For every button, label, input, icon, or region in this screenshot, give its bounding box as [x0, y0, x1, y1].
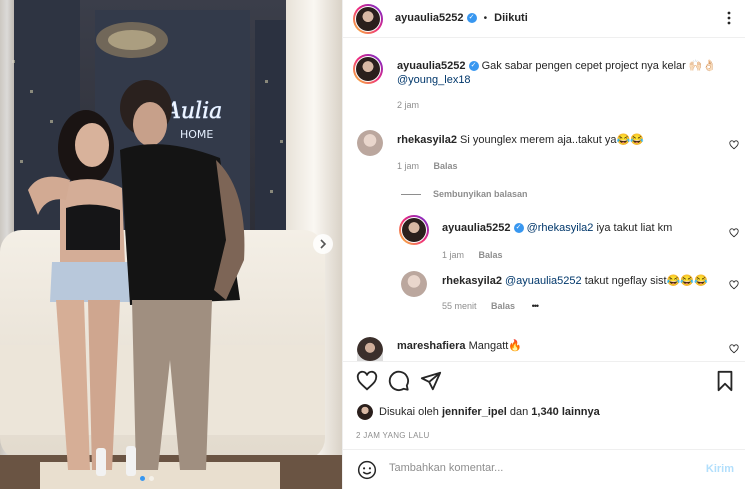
- likes-connector: dan: [509, 406, 529, 418]
- post-timestamp: 2 JAM YANG LALU: [356, 431, 430, 440]
- caption-username[interactable]: ayuaulia5252: [397, 60, 466, 72]
- verified-badge-icon: ✓: [466, 13, 477, 24]
- reply-timestamp: 55 menit: [442, 301, 477, 311]
- comment-avatar[interactable]: [357, 130, 383, 156]
- divider-line: [401, 193, 421, 195]
- photo-illustration: Aulia HOME: [0, 0, 342, 489]
- reply-timestamp: 1 jam: [442, 250, 465, 260]
- comment-text: Mangatt🔥: [468, 340, 523, 352]
- reply-text: iya takut liat km: [596, 222, 673, 234]
- comment-avatar[interactable]: [357, 337, 383, 361]
- reply-mention-link[interactable]: @rhekasyila2: [527, 222, 594, 234]
- caption-mention-link[interactable]: @young_lex18: [397, 74, 471, 86]
- likes-count-link[interactable]: 1,340 lainnya: [531, 406, 600, 418]
- reply-like-heart-icon[interactable]: [729, 228, 739, 238]
- hide-replies-toggle[interactable]: Sembunyikan balasan: [401, 189, 528, 199]
- caption-text: Gak sabar pengen cepet project nya kelar…: [481, 60, 717, 72]
- verified-badge-icon: ✓: [513, 223, 524, 234]
- post-header: ayuaulia5252 ✓ • Diikuti: [343, 0, 745, 38]
- more-options-icon[interactable]: [722, 8, 736, 31]
- comment-bubble-icon[interactable]: [388, 370, 410, 392]
- comment-like-heart-icon[interactable]: [729, 140, 739, 150]
- comment-more-options-icon[interactable]: •••: [532, 301, 540, 311]
- comment-timestamp: 1 jam: [397, 161, 420, 171]
- verified-badge-icon: ✓: [468, 61, 479, 72]
- liker-avatar[interactable]: [357, 404, 373, 420]
- comment-like-heart-icon[interactable]: [729, 344, 739, 354]
- likes-prefix: Disukai oleh: [379, 406, 439, 418]
- comment-username[interactable]: mareshafiera: [397, 340, 466, 352]
- caption-author-avatar[interactable]: [353, 54, 383, 84]
- neon-sign-sub: HOME: [180, 128, 213, 141]
- reply-avatar[interactable]: [399, 215, 429, 245]
- carousel-dot: [149, 476, 154, 481]
- comment-composer: Kirim: [343, 449, 745, 489]
- likes-summary: Disukai oleh jennifer_ipel dan 1,340 lai…: [379, 406, 600, 418]
- chandelier-shape: [96, 22, 168, 58]
- save-bookmark-icon[interactable]: [715, 370, 735, 392]
- reply-reply-button[interactable]: Balas: [479, 250, 503, 260]
- reply-text: takut ngeflay sist😂😂😂: [584, 275, 708, 287]
- reply-body: rhekasyila2 @ayuaulia5252 takut ngeflay …: [442, 274, 708, 287]
- caption-timestamp: 2 jam: [397, 100, 420, 110]
- neon-sign: Aulia: [163, 99, 222, 124]
- author-username[interactable]: ayuaulia5252: [395, 12, 464, 24]
- follow-status-button[interactable]: Diikuti: [494, 12, 528, 24]
- carousel-dot-active: [140, 476, 145, 481]
- add-comment-input[interactable]: [389, 462, 689, 474]
- like-heart-icon[interactable]: [356, 370, 378, 392]
- reply-username[interactable]: rhekasyila2: [442, 275, 502, 287]
- comment-text: Si younglex merem aja..takut ya😂😂: [460, 134, 644, 146]
- reply-like-heart-icon[interactable]: [729, 280, 739, 290]
- reply-mention-link[interactable]: @ayuaulia5252: [505, 275, 582, 287]
- reply-reply-button[interactable]: Balas: [491, 301, 515, 311]
- post-details-panel: ayuaulia5252 ✓ • Diikuti ayuaulia5252 ✓ Ga…: [342, 0, 745, 489]
- emoji-smiley-icon[interactable]: [357, 460, 377, 480]
- liker-username[interactable]: jennifer_ipel: [442, 406, 507, 418]
- share-paper-plane-icon[interactable]: [420, 370, 442, 392]
- reply-avatar[interactable]: [401, 271, 427, 297]
- post-comment-button[interactable]: Kirim: [706, 463, 734, 475]
- reply-body: ayuaulia5252 ✓ @rhekasyila2 iya takut lia…: [442, 222, 672, 234]
- comment-username[interactable]: rhekasyila2: [397, 134, 457, 146]
- comment-reply-button[interactable]: Balas: [434, 161, 458, 171]
- carousel-indicator: [140, 476, 154, 481]
- reply-username[interactable]: ayuaulia5252: [442, 222, 511, 234]
- chevron-right-icon: [320, 239, 327, 249]
- post-caption: ayuaulia5252 ✓ Gak sabar pengen cepet pro…: [397, 59, 727, 87]
- comment-body: rhekasyila2 Si younglex merem aja..takut…: [397, 133, 644, 146]
- post-photo[interactable]: Aulia HOME: [0, 0, 342, 489]
- next-photo-button[interactable]: [313, 234, 333, 254]
- author-avatar[interactable]: [353, 4, 383, 34]
- comment-body: mareshafiera Mangatt🔥: [397, 339, 522, 352]
